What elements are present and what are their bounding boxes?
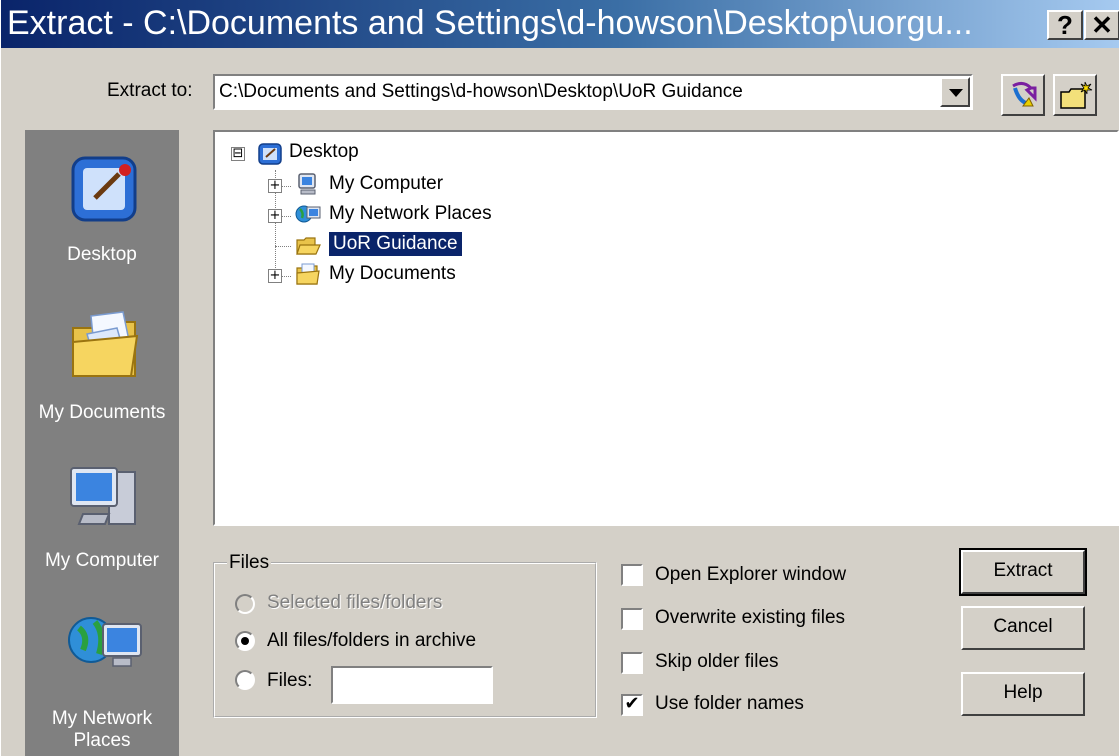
place-label: My Computer [44,550,160,571]
checkbox-skip-older-label: Skip older files [655,651,779,672]
places-bar: Desktop My Documents My Computer My Netw… [25,130,179,756]
radio-all-files[interactable] [235,631,255,651]
new-folder-button[interactable] [1053,74,1097,116]
my-documents-icon [72,311,139,377]
expand-icon[interactable]: + [268,209,282,223]
help-title-button[interactable]: ? [1047,10,1083,40]
tree-node-label: My Computer [329,173,444,194]
checkbox-skip-older[interactable] [621,652,643,674]
tree-node-label: My Documents [329,263,456,284]
expand-icon[interactable]: + [268,179,282,193]
folder-tree[interactable]: ⊟ Desktop + My Computer + My Network Pla… [213,130,1119,526]
radio-files[interactable] [235,670,255,690]
files-input[interactable] [331,666,493,704]
radio-checked-dot [241,637,249,645]
desktop-icon [258,143,282,165]
tree-node-label: My Network Places [329,203,492,224]
checkbox-overwrite[interactable] [621,608,643,630]
collapse-icon[interactable]: ⊟ [231,147,245,161]
checkbox-open-explorer-label: Open Explorer window [655,564,847,585]
place-my-documents[interactable]: My Documents [25,298,179,438]
place-label: Desktop [67,244,137,265]
extract-dialog: Extract - C:\Documents and Settings\d-ho… [0,0,1119,756]
place-my-computer[interactable]: My Computer [25,456,179,596]
extract-path-value[interactable]: C:\Documents and Settings\d-howson\Deskt… [219,81,743,103]
cancel-button[interactable]: Cancel [961,606,1085,650]
files-group-legend: Files [227,552,272,574]
extract-button[interactable]: Extract [959,548,1087,596]
title-bar[interactable]: Extract - C:\Documents and Settings\d-ho… [1,0,1119,48]
window-title: Extract - C:\Documents and Settings\d-ho… [7,4,973,42]
radio-files-label: Files: [267,670,313,691]
new-folder-icon [1060,81,1093,109]
place-label: My Documents [38,402,166,423]
network-places-icon [68,617,142,667]
tree-node-label: Desktop [289,141,359,162]
navigate-icon [1012,81,1037,107]
radio-selected-files-label: Selected files/folders [267,592,443,613]
place-desktop[interactable]: Desktop [25,140,179,280]
place-label: My Network Places [51,708,153,751]
desktop-icon [71,156,137,222]
my-documents-icon [296,263,320,285]
tree-node-label: UoR Guidance [328,231,463,257]
help-button[interactable]: Help [961,672,1085,716]
checkbox-overwrite-label: Overwrite existing files [655,607,846,628]
navigate-button[interactable] [1001,74,1045,116]
my-computer-icon [298,173,316,195]
radio-selected-files[interactable] [235,594,255,614]
place-my-network-places[interactable]: My Network Places [25,600,179,756]
my-computer-icon [70,467,136,525]
close-button[interactable]: ✕ [1084,10,1119,40]
expand-icon[interactable]: + [268,269,282,283]
checkbox-use-folder-names-label: Use folder names [655,693,804,714]
checkbox-use-folder-names[interactable]: ✔ [621,694,643,716]
extract-to-label: Extract to: [107,80,193,101]
folder-open-icon [296,237,321,255]
network-places-icon [295,205,321,223]
radio-all-files-label: All files/folders in archive [267,630,477,651]
tree-connector [275,246,291,247]
extract-path-combobox[interactable]: C:\Documents and Settings\d-howson\Deskt… [213,74,973,110]
chevron-down-icon[interactable] [940,77,970,107]
checkbox-open-explorer[interactable] [621,564,643,586]
